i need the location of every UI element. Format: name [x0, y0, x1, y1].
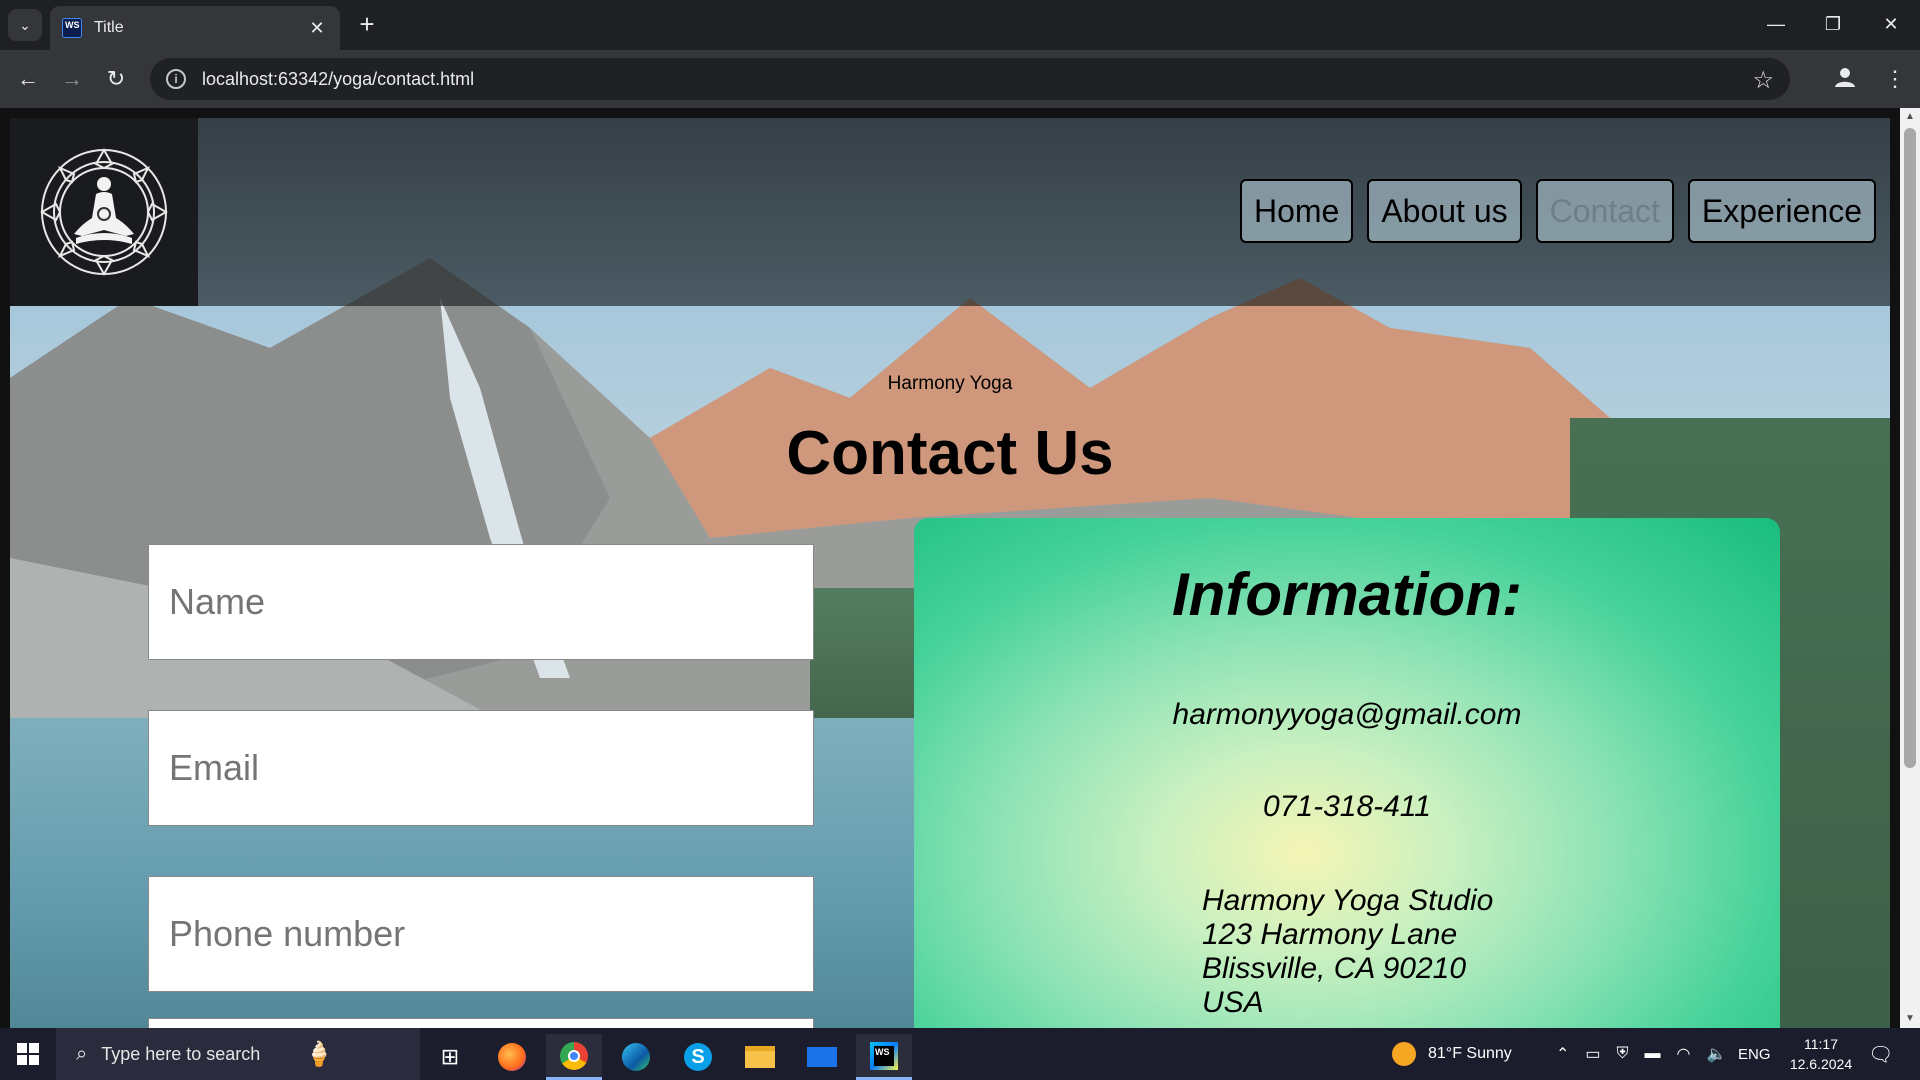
volume-icon[interactable]: 🔈 — [1707, 1044, 1727, 1064]
address-bar[interactable]: i localhost:63342/yoga/contact.html ☆ — [150, 58, 1790, 100]
address-line: 123 Harmony Lane — [1202, 918, 1458, 951]
close-tab-icon[interactable]: ✕ — [306, 18, 328, 39]
new-tab-button[interactable]: + — [352, 10, 382, 40]
bookmark-star-icon[interactable]: ☆ — [1752, 66, 1774, 95]
windows-icon — [17, 1043, 39, 1065]
info-address: Harmony Yoga Studio 123 Harmony Lane Bli… — [1202, 884, 1493, 1020]
meet-now-icon[interactable]: ▭ — [1585, 1044, 1600, 1064]
address-line: USA — [1202, 986, 1264, 1019]
battery-icon[interactable]: ▬ — [1645, 1045, 1661, 1063]
restore-button[interactable]: ❐ — [1810, 6, 1856, 42]
site-info-icon[interactable]: i — [166, 69, 186, 89]
search-highlight-icon: 🍦 — [304, 1040, 335, 1068]
tab-bar: ⌄ WS Title ✕ + — ❐ ✕ — [0, 0, 1920, 50]
page-scrollbar[interactable]: ▲ ▼ — [1900, 108, 1920, 1028]
info-heading: Information: — [1172, 561, 1522, 628]
defender-icon[interactable]: ⛨ — [1617, 1045, 1629, 1063]
firefox-icon[interactable] — [484, 1034, 540, 1080]
language-indicator[interactable]: ENG — [1738, 1028, 1771, 1080]
nav-contact[interactable]: Contact — [1535, 179, 1674, 243]
edge-icon[interactable] — [608, 1034, 664, 1080]
browser-menu-icon[interactable]: ⋮ — [1880, 64, 1910, 94]
browser-toolbar: ← → ↻ i localhost:63342/yoga/contact.htm… — [0, 50, 1920, 108]
taskbar: ⌕ Type here to search 🍦 ⊞ S WS 81°F Sunn… — [0, 1028, 1920, 1080]
page-viewport: Home About us Contact Experience Harmony… — [0, 108, 1920, 1028]
webstorm-favicon-icon: WS — [62, 18, 82, 38]
logo[interactable] — [10, 118, 198, 306]
search-icon: ⌕ — [76, 1042, 88, 1065]
site-header: Home About us Contact Experience — [10, 118, 1890, 306]
task-view-icon[interactable]: ⊞ — [422, 1034, 478, 1080]
main-nav: Home About us Contact Experience — [1239, 179, 1876, 243]
nav-about-us[interactable]: About us — [1367, 179, 1522, 243]
tab-search-button[interactable]: ⌄ — [8, 9, 42, 41]
phone-input[interactable] — [148, 876, 814, 992]
mail-icon[interactable] — [794, 1034, 850, 1080]
reload-button[interactable]: ↻ — [100, 63, 132, 95]
nav-experience[interactable]: Experience — [1687, 179, 1876, 243]
info-card: Information: harmonyyoga@gmail.com 071-3… — [914, 518, 1780, 1028]
weather-text: 81°F Sunny — [1428, 1045, 1512, 1062]
address-line: Harmony Yoga Studio — [1202, 884, 1494, 917]
brand-name: Harmony Yoga — [887, 373, 1013, 394]
scroll-up-icon[interactable]: ▲ — [1900, 108, 1920, 126]
address-line: Blissville, CA 90210 — [1202, 952, 1467, 985]
sun-icon — [1392, 1042, 1416, 1066]
skype-icon[interactable]: S — [670, 1034, 726, 1080]
forward-button[interactable]: → — [56, 63, 88, 95]
chrome-icon[interactable] — [546, 1034, 602, 1080]
browser-tab[interactable]: WS Title ✕ — [50, 6, 340, 50]
page-title: Contact Us — [786, 419, 1114, 488]
name-input[interactable] — [148, 544, 814, 660]
info-phone: 071-318-411 — [1263, 790, 1431, 823]
start-button[interactable] — [0, 1028, 56, 1080]
webstorm-icon[interactable]: WS — [856, 1034, 912, 1080]
system-tray: ⌃ ▭ ⛨ ▬ ◠ 🔈 — [1556, 1028, 1726, 1080]
nav-home[interactable]: Home — [1239, 179, 1354, 243]
back-button[interactable]: ← — [12, 63, 44, 95]
weather-widget[interactable]: 81°F Sunny — [1392, 1028, 1512, 1080]
info-email: harmonyyoga@gmail.com — [1172, 698, 1522, 731]
wifi-icon[interactable]: ◠ — [1677, 1044, 1691, 1064]
file-explorer-icon[interactable] — [732, 1034, 788, 1080]
url-text: localhost:63342/yoga/contact.html — [202, 68, 475, 89]
notifications-icon[interactable]: 🗨 — [1868, 1028, 1893, 1080]
tab-title: Title — [94, 19, 124, 36]
clock-date: 12.6.2024 — [1789, 1056, 1853, 1072]
message-input[interactable] — [148, 1018, 814, 1028]
scroll-down-icon[interactable]: ▼ — [1900, 1010, 1920, 1028]
show-hidden-icons-icon[interactable]: ⌃ — [1556, 1044, 1569, 1064]
yoga-logo-icon — [39, 147, 169, 277]
clock[interactable]: 11:17 12.6.2024 — [1786, 1028, 1856, 1080]
close-window-button[interactable]: ✕ — [1868, 6, 1914, 42]
taskbar-search-placeholder: Type here to search — [101, 1043, 261, 1064]
minimize-button[interactable]: — — [1753, 6, 1799, 42]
page: Home About us Contact Experience Harmony… — [10, 118, 1890, 1028]
chevron-down-icon: ⌄ — [19, 16, 31, 33]
taskbar-search[interactable]: ⌕ Type here to search 🍦 — [56, 1028, 420, 1080]
email-input[interactable] — [148, 710, 814, 826]
clock-time: 11:17 — [1804, 1036, 1838, 1052]
scroll-thumb[interactable] — [1904, 128, 1916, 768]
profile-icon[interactable] — [1830, 64, 1860, 94]
